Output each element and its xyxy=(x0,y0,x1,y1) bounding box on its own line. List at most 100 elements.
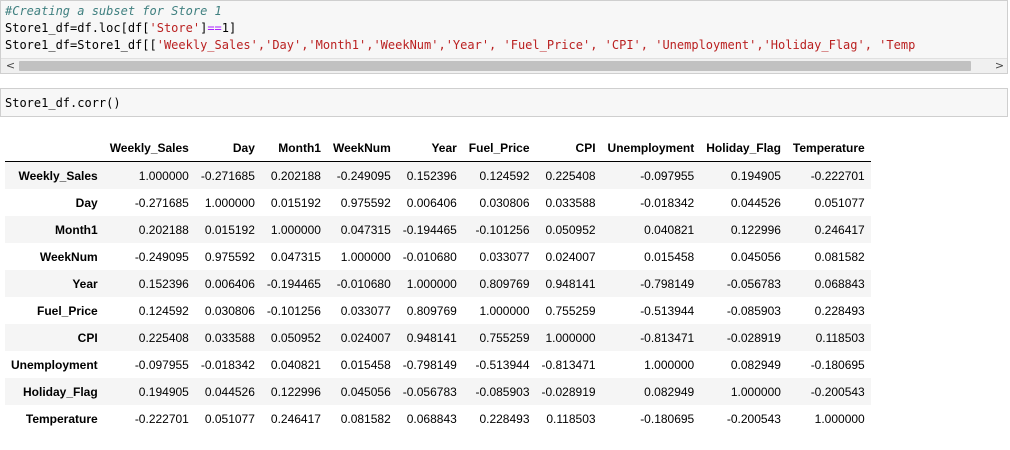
table-cell: -0.056783 xyxy=(726,276,781,291)
table-row: WeekNum -0.249095 0.975592 0.047315 1.000000… xyxy=(5,243,871,270)
table-cell: 0.755259 xyxy=(479,330,530,345)
table-cell: -0.056783 xyxy=(402,384,457,399)
column-header: Fuel_Price xyxy=(462,135,536,162)
column-header: Holiday_Flag xyxy=(700,135,787,162)
table-cell: 0.246417 xyxy=(814,222,865,237)
table-cell: 0.122996 xyxy=(730,222,781,237)
table-cell: 0.122996 xyxy=(270,384,321,399)
header-row: Weekly_Sales Day Month1 WeekNum Year Fuel_Pri… xyxy=(5,135,871,162)
table-cell: 0.051077 xyxy=(204,411,255,426)
table-cell: 0.015458 xyxy=(340,357,391,372)
table-row: Month1 0.202188 0.015192 1.000000 0.047315 -0… xyxy=(5,216,871,243)
table-cell: 0.975592 xyxy=(340,195,391,210)
row-label: Day xyxy=(75,195,98,210)
table-body: Weekly_Sales 1.000000 -0.271685 0.202188 -0.… xyxy=(5,161,871,433)
code-line-3-columns: 'Weekly_Sales','Day','Month1','WeekNum',… xyxy=(156,38,916,52)
row-label: WeekNum xyxy=(39,249,98,264)
table-cell: 0.194905 xyxy=(730,168,781,183)
code-editor[interactable]: #Creating a subset for Store 1 Store1_df… xyxy=(5,3,915,54)
table-cell: 0.082949 xyxy=(644,384,695,399)
table-cell: 0.081582 xyxy=(340,411,391,426)
table-cell: 0.006406 xyxy=(406,195,457,210)
table-cell: 0.040821 xyxy=(270,357,321,372)
table-cell: 0.082949 xyxy=(730,357,781,372)
table-cell: 0.152396 xyxy=(406,168,457,183)
table-cell: -0.798149 xyxy=(402,357,457,372)
code-cell-corr[interactable]: Store1_df.corr() xyxy=(0,88,1008,117)
table-cell: 0.030806 xyxy=(204,303,255,318)
row-label: Year xyxy=(72,276,98,291)
table-row: Weekly_Sales 1.000000 -0.271685 0.202188 -0.… xyxy=(5,161,871,189)
table-cell: 0.118503 xyxy=(815,330,865,345)
table-cell: 0.118503 xyxy=(546,411,596,426)
table-header: Weekly_Sales Day Month1 WeekNum Year Fuel_Pri… xyxy=(5,135,871,162)
table-cell: -0.813471 xyxy=(640,330,695,345)
table-cell: -0.271685 xyxy=(200,168,255,183)
table-cell: 0.015458 xyxy=(644,249,695,264)
table-cell: -0.010680 xyxy=(402,249,457,264)
column-header: Month1 xyxy=(260,135,327,162)
table-row: CPI 0.225408 0.033588 0.050952 0.024007 0.948… xyxy=(5,324,871,351)
code-line-3a: Store1_df=Store1_df[[ xyxy=(5,38,157,52)
scrollbar-thumb[interactable] xyxy=(19,61,971,71)
table-cell: 0.228493 xyxy=(479,411,530,426)
table-cell: -0.200543 xyxy=(810,384,865,399)
horizontal-scrollbar[interactable]: < > xyxy=(1,58,1007,73)
table-cell: 0.033588 xyxy=(545,195,596,210)
table-cell: -0.085903 xyxy=(475,384,530,399)
table-row: Fuel_Price 0.124592 0.030806 -0.101256 0.033… xyxy=(5,297,871,324)
table-cell: -0.097955 xyxy=(640,168,695,183)
table-cell: 0.202188 xyxy=(270,168,321,183)
table-cell: 0.030806 xyxy=(479,195,530,210)
table-cell: 1.000000 xyxy=(138,168,189,183)
table-cell: 0.033588 xyxy=(204,330,255,345)
table-cell: 0.228493 xyxy=(814,303,865,318)
table-row: Unemployment -0.097955 -0.018342 0.040821 0.… xyxy=(5,351,871,378)
code-line-2a: Store1_df=df.loc[df[ xyxy=(5,21,150,35)
table-cell: 1.000000 xyxy=(340,249,391,264)
code-line-2b: 'Store' xyxy=(149,21,201,35)
table-cell: 0.040821 xyxy=(644,222,695,237)
table-cell: 0.006406 xyxy=(204,276,255,291)
table-cell: 1.000000 xyxy=(270,222,321,237)
table-cell: 0.024007 xyxy=(545,249,596,264)
table-cell: 0.948141 xyxy=(406,330,457,345)
table-cell: -0.798149 xyxy=(640,276,695,291)
table-cell: -0.028919 xyxy=(726,330,781,345)
table-cell: 0.045056 xyxy=(340,384,391,399)
table-cell: 0.047315 xyxy=(270,249,321,264)
column-header: Year xyxy=(396,135,463,162)
table-cell: 0.202188 xyxy=(138,222,189,237)
column-header: Unemployment xyxy=(601,135,701,162)
table-cell: -0.200543 xyxy=(726,411,781,426)
table-row: Day -0.271685 1.000000 0.015192 0.975592 0.00… xyxy=(5,189,871,216)
table-cell: -0.018342 xyxy=(200,357,255,372)
table-cell: -0.097955 xyxy=(134,357,189,372)
table-cell: 1.000000 xyxy=(644,357,695,372)
table-cell: 0.152396 xyxy=(138,276,189,291)
table-cell: 0.044526 xyxy=(204,384,255,399)
table-cell: 0.050952 xyxy=(270,330,321,345)
column-header: Day xyxy=(194,135,261,162)
table-cell: -0.813471 xyxy=(541,357,596,372)
column-header: WeekNum xyxy=(326,135,397,162)
table-cell: -0.085903 xyxy=(726,303,781,318)
row-label: Fuel_Price xyxy=(36,303,98,318)
table-cell: 1.000000 xyxy=(479,303,530,318)
table-cell: 0.809769 xyxy=(406,303,457,318)
table-cell: 0.975592 xyxy=(204,249,255,264)
table-cell: 0.755259 xyxy=(545,303,596,318)
code-cell-store1-subset[interactable]: #Creating a subset for Store 1 Store1_df… xyxy=(0,0,1008,74)
table-cell: 0.225408 xyxy=(545,168,596,183)
table-cell: 0.033077 xyxy=(479,249,530,264)
table-cell: 0.081582 xyxy=(814,249,865,264)
code-editor-corr[interactable]: Store1_df.corr() xyxy=(5,95,121,112)
table-cell: -0.194465 xyxy=(402,222,457,237)
table-cell: 0.024007 xyxy=(340,330,391,345)
scroll-left-arrow-icon[interactable]: < xyxy=(3,59,18,73)
table-cell: 0.047315 xyxy=(340,222,391,237)
row-label: CPI xyxy=(77,330,98,345)
scroll-right-arrow-icon[interactable]: > xyxy=(992,59,1007,73)
table-cell: 0.015192 xyxy=(204,222,255,237)
table-cell: 1.000000 xyxy=(814,411,865,426)
